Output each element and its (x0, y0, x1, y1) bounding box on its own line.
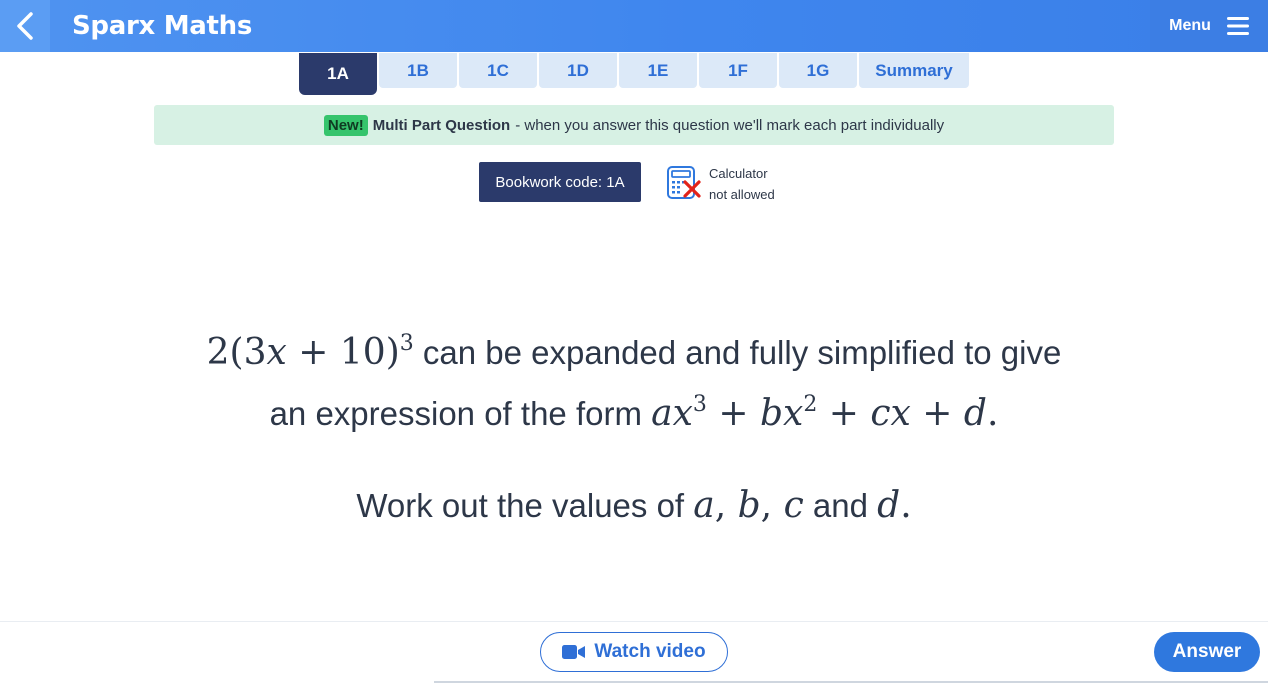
new-badge: New! (323, 114, 368, 136)
question-line-1: 2(3x + 10)3 can be expanded and fully si… (0, 318, 1268, 379)
tab-1a[interactable]: 1A (299, 53, 377, 95)
question-line-1-text: can be expanded and fully simplified to … (422, 334, 1062, 371)
bookwork-code: Bookwork code: 1A (479, 162, 641, 202)
tab-1f[interactable]: 1F (699, 53, 777, 88)
question-line-3: Work out the values of a, b, c and d. (0, 480, 1268, 532)
calculator-status: Calculator not allowed (709, 163, 775, 205)
tab-1b[interactable]: 1B (379, 53, 457, 88)
video-camera-icon (562, 645, 586, 659)
math-expression: 2(3x + 10)3 (206, 331, 414, 373)
top-bar: Sparx Maths Menu (0, 0, 1268, 52)
question-line-2-text: an expression of the form (269, 395, 642, 432)
menu-button[interactable]: Menu (1150, 0, 1268, 52)
tab-1g[interactable]: 1G (779, 53, 857, 88)
calculator-not-allowed-icon (667, 166, 701, 199)
chevron-left-icon (17, 12, 33, 40)
app-brand: Sparx Maths (72, 11, 253, 41)
back-button[interactable] (0, 0, 50, 52)
footer-divider (0, 621, 1268, 622)
math-variables: a, b, c (693, 485, 804, 526)
question-text: 2(3x + 10)3 can be expanded and fully si… (0, 318, 1268, 532)
calculator-label: Calculator (709, 166, 768, 181)
question-line-3-text: Work out the values of (356, 487, 685, 524)
multi-part-banner: New! Multi Part Question - when you answ… (154, 105, 1114, 145)
watch-video-label: Watch video (594, 641, 706, 662)
banner-title: Multi Part Question (372, 116, 511, 134)
math-variable-d: d. (877, 485, 912, 526)
question-tabs: 1A 1B 1C 1D 1E 1F 1G Summary (299, 53, 969, 95)
question-and-text: and (812, 487, 868, 524)
watch-video-button[interactable]: Watch video (540, 632, 728, 672)
answer-button[interactable]: Answer (1154, 632, 1260, 672)
menu-label: Menu (1169, 17, 1211, 34)
math-form: ax3 + bx2 + cx + d. (651, 392, 999, 434)
tab-1d[interactable]: 1D (539, 53, 617, 88)
hamburger-icon (1226, 17, 1249, 35)
tab-summary[interactable]: Summary (859, 53, 969, 88)
tab-1c[interactable]: 1C (459, 53, 537, 88)
calculator-not-allowed-label: not allowed (709, 187, 775, 202)
question-line-2: an expression of the form ax3 + bx2 + cx… (0, 379, 1268, 440)
tab-1e[interactable]: 1E (619, 53, 697, 88)
banner-text: - when you answer this question we'll ma… (515, 116, 945, 134)
